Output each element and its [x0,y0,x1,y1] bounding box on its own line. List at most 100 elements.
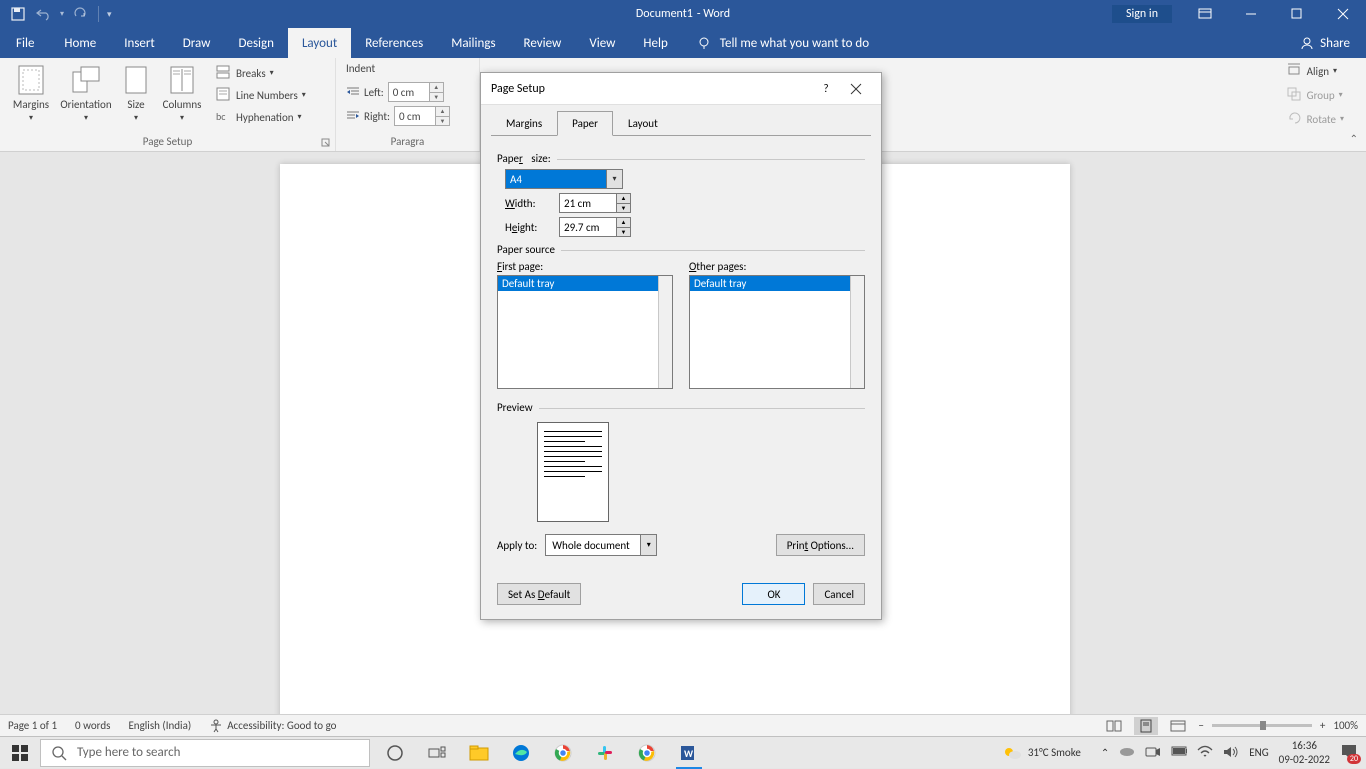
tab-insert[interactable]: Insert [110,28,169,58]
size-button[interactable]: Size▾ [116,62,156,123]
page-setup-dialog: Page Setup ? Margins Paper Layout Paper … [480,72,882,620]
spin-buttons[interactable]: ▲▼ [429,83,443,101]
weather-widget[interactable]: 31°C Smoke [1002,744,1081,762]
save-icon[interactable] [8,4,28,24]
taskbar-search[interactable]: Type here to search [40,739,370,767]
indent-left-input[interactable]: 0 cm▲▼ [388,82,444,102]
dialog-tab-margins[interactable]: Margins [491,111,557,136]
sign-in-button[interactable]: Sign in [1112,5,1172,23]
volume-icon[interactable] [1223,745,1239,761]
cancel-button[interactable]: Cancel [813,583,865,605]
print-options-button[interactable]: Print Options... [776,534,865,556]
minimize-icon[interactable] [1228,0,1274,28]
breaks-button[interactable]: Breaks▾ [212,62,310,84]
collapse-ribbon-icon[interactable]: ⌃ [1350,132,1358,145]
chevron-down-icon[interactable]: ▾ [606,170,622,188]
redo-icon[interactable] [70,4,90,24]
dialog-tab-layout[interactable]: Layout [613,111,673,136]
chrome-icon[interactable] [542,737,584,769]
size-icon [120,64,152,96]
maximize-icon[interactable] [1274,0,1320,28]
tab-view[interactable]: View [575,28,629,58]
slack-icon[interactable] [584,737,626,769]
line-numbers-button[interactable]: Line Numbers▾ [212,84,310,106]
edge-icon[interactable] [500,737,542,769]
list-item[interactable]: Default tray [690,276,864,291]
tray-overflow-icon[interactable]: ⌃ [1101,746,1109,759]
list-item[interactable]: Default tray [498,276,672,291]
tab-references[interactable]: References [351,28,437,58]
tab-mailings[interactable]: Mailings [437,28,509,58]
undo-icon[interactable] [34,4,54,24]
width-input[interactable]: 21 cm▲▼ [559,193,631,213]
battery-icon[interactable] [1171,745,1187,761]
tab-design[interactable]: Design [224,28,287,58]
wifi-icon[interactable] [1197,745,1213,761]
align-icon [1287,63,1303,79]
spin-buttons[interactable]: ▲▼ [616,194,630,212]
tab-draw[interactable]: Draw [169,28,225,58]
notifications-icon[interactable]: 20 [1340,743,1358,762]
word-count[interactable]: 0 words [75,719,110,732]
spin-buttons[interactable]: ▲▼ [616,218,630,236]
close-icon[interactable] [1320,0,1366,28]
dialog-tab-paper[interactable]: Paper [557,111,613,136]
tab-review[interactable]: Review [510,28,576,58]
tab-home[interactable]: Home [50,28,110,58]
search-icon [51,745,67,761]
onedrive-icon[interactable] [1119,745,1135,761]
zoom-in-icon[interactable]: + [1320,719,1325,732]
orientation-icon [70,64,102,96]
read-mode-icon[interactable] [1102,717,1126,735]
zoom-out-icon[interactable]: − [1198,719,1203,732]
chrome-icon-2[interactable] [626,737,668,769]
height-label: Height: [505,221,551,234]
zoom-slider[interactable] [1212,724,1312,727]
scrollbar[interactable] [850,276,864,388]
print-layout-icon[interactable] [1134,717,1158,735]
align-button[interactable]: Align▾ [1283,60,1348,82]
web-layout-icon[interactable] [1166,717,1190,735]
tell-me-search[interactable]: Tell me what you want to do [696,28,869,58]
accessibility-status[interactable]: Accessibility: Good to go [209,719,336,733]
hyphenation-button[interactable]: bcHyphenation▾ [212,106,310,128]
language-status[interactable]: English (India) [128,719,191,732]
first-page-listbox[interactable]: Default tray [497,275,673,389]
indent-right-input[interactable]: 0 cm▲▼ [394,106,450,126]
width-label: Width: [505,197,551,210]
language-indicator[interactable]: ENG [1249,746,1268,759]
zoom-level[interactable]: 100% [1333,719,1358,732]
share-button[interactable]: Share [1284,28,1366,58]
paper-size-select[interactable]: A4▾ [505,169,623,189]
orientation-button[interactable]: Orientation▾ [56,62,116,123]
dialog-help-icon[interactable]: ? [811,75,841,103]
other-pages-listbox[interactable]: Default tray [689,275,865,389]
columns-button[interactable]: Columns▾ [156,62,208,123]
tab-layout[interactable]: Layout [288,28,351,58]
word-icon[interactable]: W [668,737,710,769]
preview-thumbnail [537,422,609,522]
apply-to-select[interactable]: Whole document▾ [545,534,657,556]
page-count[interactable]: Page 1 of 1 [8,719,57,732]
tab-help[interactable]: Help [629,28,681,58]
set-as-default-button[interactable]: Set As Default [497,583,581,605]
height-input[interactable]: 29.7 cm▲▼ [559,217,631,237]
task-view-icon[interactable] [416,737,458,769]
start-button[interactable] [0,737,40,769]
quick-access-toolbar: ▾ ▾ [0,4,112,24]
breaks-icon [216,65,232,81]
page-setup-launcher-icon[interactable] [321,138,331,148]
tab-file[interactable]: File [0,28,50,58]
meet-now-icon[interactable] [1145,745,1161,761]
page-setup-group-label: Page Setup [0,133,335,151]
file-explorer-icon[interactable] [458,737,500,769]
ok-button[interactable]: OK [742,583,805,605]
margins-button[interactable]: Margins▾ [6,62,56,123]
clock[interactable]: 16:3609-02-2022 [1279,739,1330,765]
ribbon-display-icon[interactable] [1182,0,1228,28]
chevron-down-icon[interactable]: ▾ [640,535,656,555]
scrollbar[interactable] [658,276,672,388]
dialog-close-icon[interactable] [841,75,871,103]
spin-buttons[interactable]: ▲▼ [435,107,449,125]
cortana-icon[interactable] [374,737,416,769]
